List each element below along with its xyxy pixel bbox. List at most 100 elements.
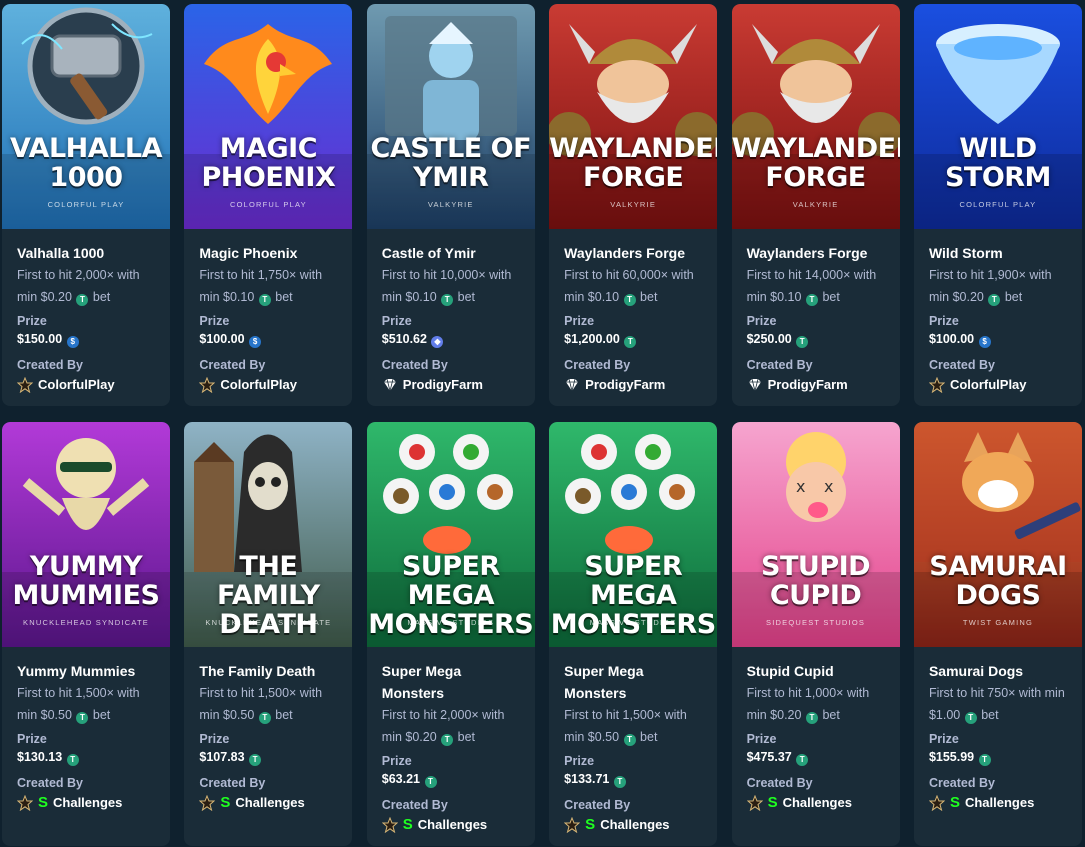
game-thumbnail[interactable]: SUPER MEGA MONSTERS MASSIVE STUDIOS [366, 422, 535, 647]
prize-label: Prize [564, 314, 595, 328]
creator[interactable]: ProdigyFarm [564, 374, 702, 396]
creator[interactable]: S Challenges [928, 792, 1067, 814]
challenge-bet-word: bet [822, 708, 840, 722]
creator[interactable]: ColorfulPlay [199, 374, 337, 396]
tether-icon: T [978, 754, 991, 766]
game-name[interactable]: Samurai Dogs [929, 660, 1067, 682]
challenge-card[interactable]: WAYLANDERS FORGE VALKYRIE Waylanders For… [549, 4, 718, 406]
creator[interactable]: ProdigyFarm [747, 374, 885, 396]
game-name[interactable]: Yummy Mummies [17, 660, 155, 682]
game-thumbnail[interactable]: WAYLANDERS FORGE VALKYRIE [731, 4, 900, 229]
creator[interactable]: S Challenges [199, 792, 337, 814]
challenge-card[interactable]: SUPER MEGA MONSTERS MASSIVE STUDIOS Supe… [549, 422, 718, 846]
game-name[interactable]: Waylanders Forge [747, 242, 885, 264]
creator[interactable]: S Challenges [381, 814, 520, 836]
creator[interactable]: ColorfulPlay [17, 374, 155, 396]
game-thumbnail[interactable]: MAGIC PHOENIX COLORFUL PLAY [184, 4, 353, 229]
card-info: Super Mega Monsters First to hit 1,500× … [549, 647, 717, 846]
game-thumbnail[interactable]: CASTLE OF YMIR VALKYRIE [366, 4, 535, 229]
challenge-description: First to hit 1,500× with min $0.50 T bet [17, 682, 155, 726]
challenge-bet-word: bet [92, 290, 111, 304]
game-art-title: WAYLANDERS FORGE [549, 133, 717, 193]
challenge-card[interactable]: SUPER MEGA MONSTERS MASSIVE STUDIOS Supe… [366, 422, 535, 846]
prize-amount: $63.21 T [382, 770, 520, 788]
challenge-bet-word: bet [275, 290, 293, 304]
prize-amount: $107.83 T [199, 748, 337, 766]
prize-label: Prize [928, 732, 959, 746]
game-name[interactable]: Super Mega Monsters [564, 660, 702, 704]
prize-amount: $100.00 $ [929, 330, 1067, 348]
game-name[interactable]: Stupid Cupid [747, 660, 885, 682]
game-thumbnail[interactable]: xx STUPID CUPID SIDEQUEST STUDIOS [731, 422, 900, 647]
creator-name: ColorfulPlay [38, 377, 115, 392]
s-logo-icon: S [949, 794, 960, 811]
challenge-card[interactable]: WILD STORM COLORFUL PLAY Wild Storm Firs… [913, 4, 1082, 406]
challenge-description: First to hit 2,000× with min $0.20 T bet [382, 704, 520, 748]
s-logo-icon: S [38, 794, 49, 811]
prize-amount: $100.00 $ [199, 330, 337, 348]
prize-value: $475.37 [746, 750, 792, 764]
game-studio: KNUCKLEHEAD SYNDICATE [23, 618, 149, 627]
game-thumbnail[interactable]: YUMMY MUMMIES KNUCKLEHEAD SYNDICATE [2, 422, 170, 647]
game-name[interactable]: Magic Phoenix [199, 242, 337, 264]
diamond-icon [748, 378, 761, 392]
game-name[interactable]: The Family Death [199, 660, 337, 682]
game-art-title: YUMMY MUMMIES [12, 551, 160, 611]
tether-icon: T [424, 776, 437, 788]
game-name[interactable]: Super Mega Monsters [382, 660, 520, 704]
game-name[interactable]: Waylanders Forge [564, 242, 702, 264]
prize-amount: $133.71 T [564, 770, 702, 788]
game-thumbnail[interactable]: VALHALLA 1000 COLORFUL PLAY [2, 4, 170, 229]
prize-value: $63.21 [381, 772, 421, 786]
card-info: The Family Death First to hit 1,500× wit… [184, 647, 352, 824]
game-thumbnail[interactable]: THE FAMILY DEATH KNUCKLEHEAD SYNDICATE [184, 422, 353, 647]
game-name[interactable]: Wild Storm [929, 242, 1067, 264]
challenge-card[interactable]: SAMURAI DOGS TWIST GAMING Samurai Dogs F… [913, 422, 1082, 846]
star-icon [564, 817, 581, 833]
challenge-bet-word: bet [275, 708, 293, 722]
card-info: Stupid Cupid First to hit 1,000× with mi… [732, 647, 900, 824]
challenge-card[interactable]: THE FAMILY DEATH KNUCKLEHEAD SYNDICATE T… [184, 422, 353, 846]
created-by-label: Created By [17, 776, 83, 790]
tether-icon: T [441, 294, 454, 306]
tether-icon: T [76, 712, 89, 724]
challenge-card[interactable]: VALHALLA 1000 COLORFUL PLAY Valhalla 100… [2, 4, 170, 406]
prize-amount: $155.99 T [929, 748, 1067, 766]
game-thumbnail[interactable]: SAMURAI DOGS TWIST GAMING [913, 422, 1082, 647]
game-name[interactable]: Castle of Ymir [382, 242, 520, 264]
created-by-label: Created By [928, 358, 995, 372]
game-studio: SIDEQUEST STUDIOS [766, 618, 866, 627]
star-icon [17, 377, 33, 393]
game-studio: TWIST GAMING [962, 618, 1033, 627]
creator-name: Challenges [53, 795, 123, 810]
card-info: Wild Storm First to hit 1,900× with min … [914, 229, 1082, 406]
challenge-card[interactable]: WAYLANDERS FORGE VALKYRIE Waylanders For… [731, 4, 900, 406]
prize-value: $250.00 [746, 332, 792, 346]
creator-name: Challenges [600, 817, 670, 832]
challenge-card[interactable]: YUMMY MUMMIES KNUCKLEHEAD SYNDICATE Yumm… [2, 422, 170, 846]
creator[interactable]: S Challenges [17, 792, 155, 814]
star-icon [928, 377, 945, 393]
challenge-bet-word: bet [457, 290, 476, 304]
game-thumbnail[interactable]: WAYLANDERS FORGE VALKYRIE [549, 4, 718, 229]
challenge-bet-word: bet [92, 708, 111, 722]
challenge-card[interactable]: xx STUPID CUPID SIDEQUEST STUDIOS Stupid… [731, 422, 900, 846]
creator[interactable]: S Challenges [746, 792, 885, 814]
game-name[interactable]: Valhalla 1000 [17, 242, 155, 264]
game-art [2, 4, 170, 229]
creator[interactable]: ProdigyFarm [382, 374, 520, 396]
game-thumbnail[interactable]: SUPER MEGA MONSTERS MASSIVE STUDIOS [549, 422, 718, 647]
s-logo-icon: S [767, 794, 778, 811]
usdc-icon: $ [978, 336, 991, 348]
creator[interactable]: ColorfulPlay [928, 374, 1067, 396]
game-studio: VALKYRIE [792, 200, 839, 209]
challenge-card[interactable]: CASTLE OF YMIR VALKYRIE Castle of Ymir F… [366, 4, 535, 406]
game-thumbnail[interactable]: WILD STORM COLORFUL PLAY [913, 4, 1082, 229]
game-art [184, 4, 353, 229]
creator[interactable]: S Challenges [564, 814, 702, 836]
challenge-card[interactable]: MAGIC PHOENIX COLORFUL PLAY Magic Phoeni… [184, 4, 353, 406]
game-art-title: MAGIC PHOENIX [201, 133, 336, 193]
challenge-bet-word: bet [640, 290, 658, 304]
tether-icon: T [66, 754, 79, 766]
prize-label: Prize [17, 314, 47, 328]
